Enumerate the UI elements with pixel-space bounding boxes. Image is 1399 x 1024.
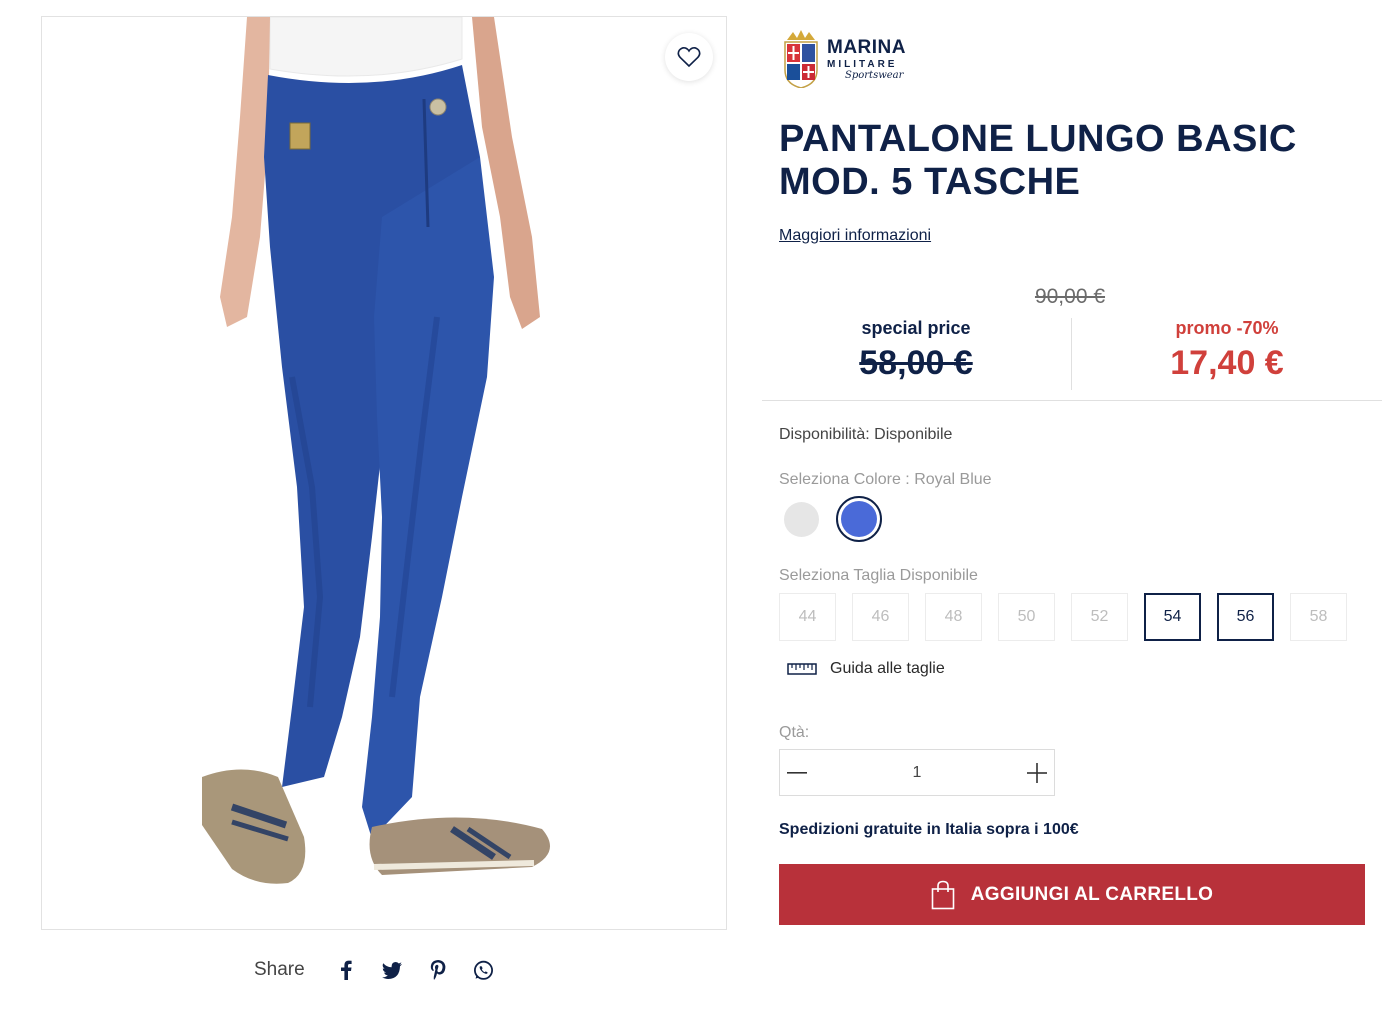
promo-price-block: promo -70% 17,40 € bbox=[1127, 318, 1327, 383]
size-label: Seleziona Taglia Disponibile bbox=[779, 567, 978, 584]
shipping-note: Spedizioni gratuite in Italia sopra i 10… bbox=[779, 821, 1079, 838]
more-info-link[interactable]: Maggiori informazioni bbox=[779, 227, 931, 245]
promo-label: promo -70% bbox=[1175, 318, 1279, 338]
color-swatch-fill bbox=[841, 501, 877, 537]
quantity-input[interactable] bbox=[813, 763, 1021, 782]
add-to-cart-button[interactable]: AGGIUNGI AL CARRELLO bbox=[779, 864, 1365, 925]
quantity-label: Qtà: bbox=[779, 724, 810, 741]
price-divider bbox=[1071, 318, 1072, 390]
special-price-value: 58,00 € bbox=[859, 344, 973, 382]
size-option-50[interactable]: 50 bbox=[998, 593, 1055, 641]
brand-subtitle: MILITARE bbox=[827, 58, 898, 70]
twitter-icon[interactable] bbox=[369, 955, 415, 985]
ruler-icon bbox=[787, 663, 817, 675]
brand-tagline: Sportswear bbox=[845, 69, 904, 81]
share-bar: Share bbox=[254, 955, 507, 985]
wishlist-button[interactable] bbox=[665, 33, 713, 81]
brand-name: MARINA bbox=[827, 36, 906, 58]
add-to-cart-label: AGGIUNGI AL CARRELLO bbox=[970, 883, 1214, 905]
color-label: Seleziona Colore : Royal Blue bbox=[779, 471, 992, 488]
product-photo bbox=[202, 17, 550, 884]
share-label: Share bbox=[254, 959, 305, 980]
heart-icon bbox=[677, 46, 701, 68]
size-option-44[interactable]: 44 bbox=[779, 593, 836, 641]
original-price: 90,00 € bbox=[1034, 285, 1106, 308]
price-separator bbox=[762, 400, 1382, 401]
special-price-label: special price bbox=[861, 318, 971, 338]
shopping-bag-icon bbox=[931, 880, 955, 909]
size-selector: 44 46 48 50 52 54 56 58 bbox=[779, 593, 1363, 641]
size-guide-link[interactable]: Guida alle taglie bbox=[787, 660, 945, 678]
availability-status: Disponibilità: Disponibile bbox=[779, 426, 953, 443]
color-swatch-royal-blue[interactable] bbox=[836, 496, 882, 542]
plus-icon bbox=[1027, 762, 1048, 783]
coat-of-arms-icon bbox=[784, 30, 818, 88]
size-option-58[interactable]: 58 bbox=[1290, 593, 1347, 641]
color-swatch-grey[interactable] bbox=[784, 502, 819, 537]
size-guide-label: Guida alle taglie bbox=[830, 660, 945, 677]
product-image-panel bbox=[41, 16, 727, 930]
whatsapp-icon[interactable] bbox=[461, 955, 507, 985]
size-option-48[interactable]: 48 bbox=[925, 593, 982, 641]
brand-logo[interactable]: MARINA MILITARE Sportswear bbox=[781, 30, 906, 88]
size-option-46[interactable]: 46 bbox=[852, 593, 909, 641]
promo-price-value: 17,40 € bbox=[1170, 344, 1284, 382]
pinterest-icon[interactable] bbox=[415, 955, 461, 985]
special-price-block: special price 58,00 € bbox=[816, 318, 1016, 383]
decrement-button[interactable] bbox=[780, 750, 814, 795]
minus-icon bbox=[786, 771, 807, 774]
facebook-icon[interactable] bbox=[323, 955, 369, 985]
size-option-54[interactable]: 54 bbox=[1144, 593, 1201, 641]
size-option-52[interactable]: 52 bbox=[1071, 593, 1128, 641]
increment-button[interactable] bbox=[1021, 750, 1055, 795]
product-title: PANTALONE LUNGO BASIC MOD. 5 TASCHE bbox=[779, 118, 1297, 203]
size-option-56[interactable]: 56 bbox=[1217, 593, 1274, 641]
quantity-stepper bbox=[779, 749, 1055, 796]
